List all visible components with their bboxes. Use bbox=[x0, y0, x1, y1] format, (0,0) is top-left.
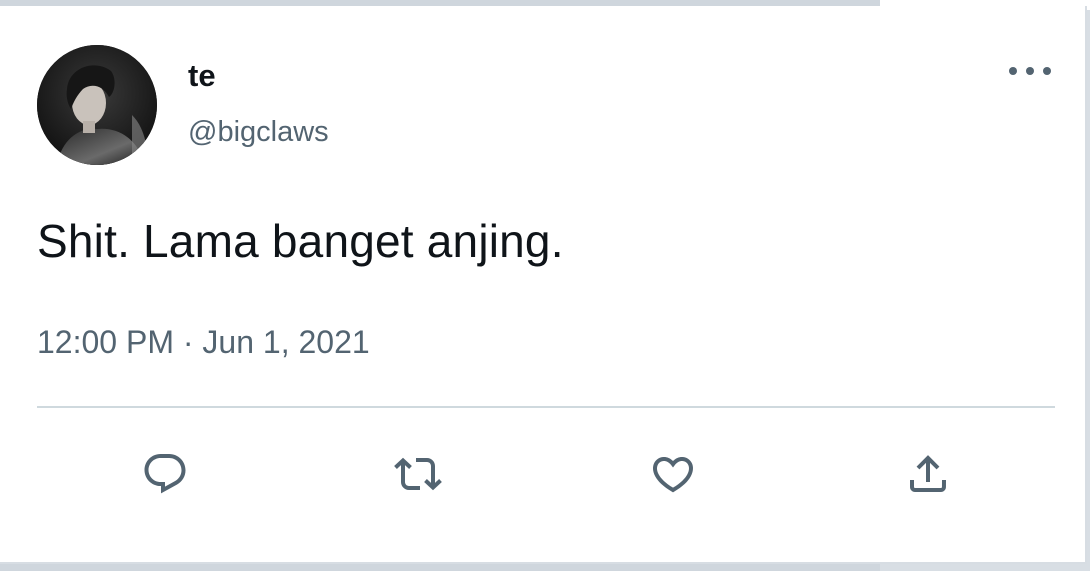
like-button[interactable] bbox=[645, 446, 701, 502]
share-button[interactable] bbox=[900, 446, 956, 502]
retweet-button[interactable] bbox=[390, 446, 446, 502]
tweet-text: Shit. Lama banget anjing. bbox=[37, 215, 564, 267]
share-icon bbox=[910, 455, 946, 492]
more-options-button[interactable] bbox=[1003, 54, 1057, 88]
avatar-image bbox=[37, 45, 157, 165]
more-icon bbox=[1009, 67, 1051, 75]
tweet-timestamp[interactable]: 12:00 PM · Jun 1, 2021 bbox=[37, 324, 370, 361]
reply-icon bbox=[144, 454, 186, 494]
like-icon bbox=[652, 457, 694, 493]
retweet-icon bbox=[394, 457, 442, 491]
user-handle[interactable]: @bigclaws bbox=[188, 116, 329, 149]
reply-button[interactable] bbox=[137, 446, 193, 502]
avatar[interactable] bbox=[37, 45, 157, 165]
tweet-card: te @bigclaws Shit. Lama banget anjing. 1… bbox=[0, 6, 1087, 564]
display-name[interactable]: te bbox=[188, 58, 216, 94]
page-edge-bottom bbox=[0, 564, 880, 571]
divider bbox=[37, 406, 1055, 408]
